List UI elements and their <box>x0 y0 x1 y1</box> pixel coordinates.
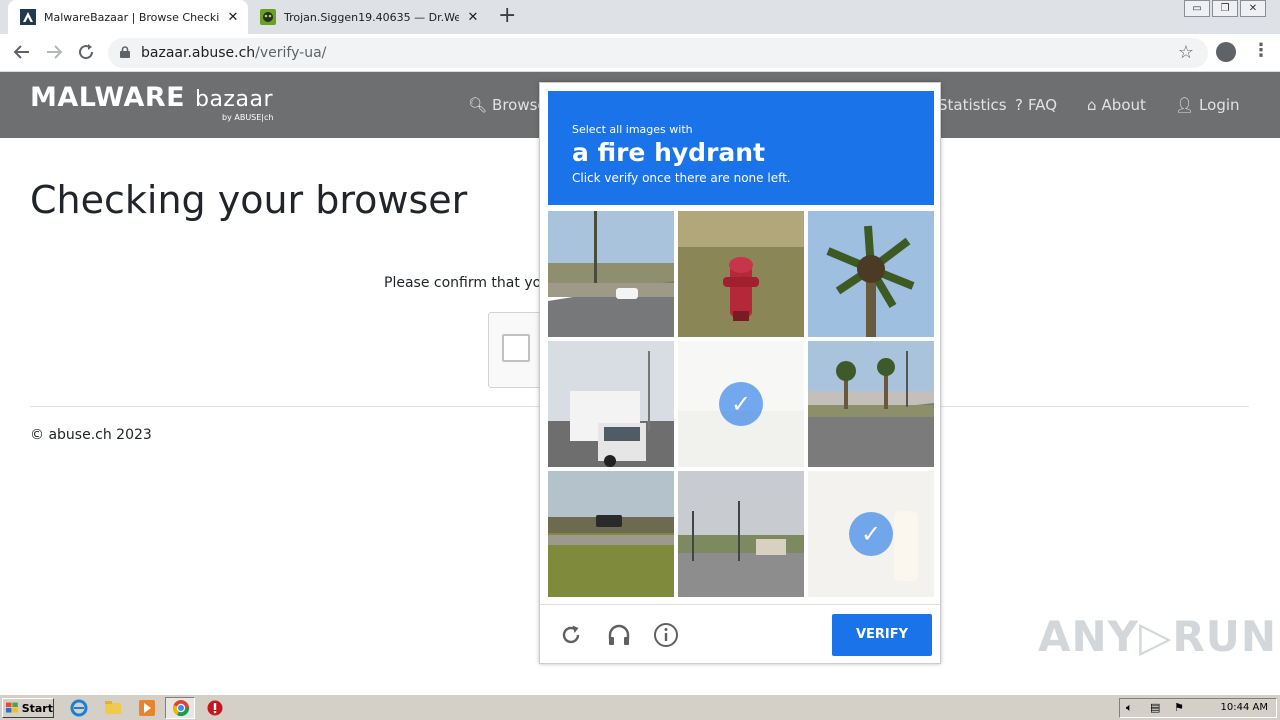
tile-intersection-image <box>678 471 804 597</box>
tab-title: MalwareBazaar | Browse Checking y <box>44 10 219 24</box>
reload-icon[interactable] <box>76 42 96 62</box>
user-icon: 👤︎ <box>1175 96 1195 114</box>
captcha-tile[interactable] <box>808 211 934 337</box>
tile-street-image <box>808 341 934 467</box>
tile-selected-check-icon: ✓ <box>849 512 893 556</box>
windows-logo-icon <box>6 702 18 713</box>
media-player-icon[interactable] <box>138 699 156 717</box>
nav-about[interactable]: ⌂ About <box>1087 96 1146 114</box>
red-alert-icon[interactable] <box>206 699 224 717</box>
tile-hydrant-image <box>678 211 804 337</box>
captcha-tile[interactable] <box>678 211 804 337</box>
network-icon[interactable]: ▤ <box>1150 701 1160 714</box>
captcha-tile[interactable] <box>808 341 934 467</box>
nav-login[interactable]: 👤︎ Login <box>1175 96 1240 114</box>
anyrun-watermark: ANY▷RUN <box>1038 612 1277 661</box>
bookmark-star-icon[interactable]: ☆ <box>1178 42 1194 63</box>
address-bar[interactable]: bazaar.abuse.ch/verify-ua/ ☆ <box>108 38 1208 68</box>
tile-road-image <box>548 211 674 337</box>
internet-explorer-icon[interactable] <box>70 699 88 717</box>
new-tab-button[interactable]: + <box>498 5 516 27</box>
tab-malwarebazaar[interactable]: MalwareBazaar | Browse Checking y ✕ <box>8 0 248 34</box>
tab-drweb[interactable]: Trojan.Siggen19.40635 — Dr.Web M ✕ <box>248 0 488 34</box>
chrome-taskbar-button[interactable] <box>165 697 195 719</box>
tab-strip: MalwareBazaar | Browse Checking y ✕ Troj… <box>0 0 1280 34</box>
start-label: Start <box>21 701 53 715</box>
captcha-checkbox[interactable] <box>502 334 530 362</box>
captcha-tile-selected[interactable]: ✓ <box>808 471 934 597</box>
logo-sub-text: by ABUSE|ch <box>222 113 274 122</box>
drweb-favicon-icon <box>260 9 276 25</box>
verify-button[interactable]: VERIFY <box>832 614 932 656</box>
volume-icon[interactable]: 🔈︎ <box>1126 701 1133 715</box>
confirm-text: Please confirm that yo <box>384 275 542 291</box>
nav-browse[interactable]: 🔍︎ Browse <box>468 96 547 114</box>
captcha-tile[interactable] <box>548 471 674 597</box>
captcha-tile[interactable] <box>548 211 674 337</box>
captcha-prompt-line3: Click verify once there are none left. <box>572 171 791 185</box>
nav-statistics[interactable]: Statistics <box>938 96 1007 114</box>
tab-close-icon[interactable]: ✕ <box>225 10 241 25</box>
tile-field-image <box>548 471 674 597</box>
logo-light-text: bazaar <box>194 87 273 112</box>
question-circle-icon: ? <box>1015 96 1023 114</box>
windows-taskbar: Start 🔈︎ ▤ ⚑ 10:44 AM <box>0 694 1280 720</box>
captcha-prompt: Select all images with a fire hydrant Cl… <box>548 91 934 205</box>
nav-login-label: Login <box>1199 96 1240 114</box>
profile-avatar-icon[interactable] <box>1216 42 1236 62</box>
footer-text: © abuse.ch 2023 <box>30 427 152 443</box>
folder-icon[interactable] <box>104 699 122 717</box>
back-arrow-icon[interactable] <box>12 42 32 62</box>
menu-kebab-icon[interactable]: ⋮ <box>1252 40 1270 61</box>
screen: MalwareBazaar | Browse Checking y ✕ Troj… <box>0 0 1280 720</box>
captcha-tile[interactable] <box>678 471 804 597</box>
tile-truck-image <box>548 341 674 467</box>
nav-statistics-label: Statistics <box>938 96 1007 114</box>
start-button[interactable]: Start <box>2 698 54 718</box>
captcha-challenge: Select all images with a fire hydrant Cl… <box>539 82 941 664</box>
system-tray: 🔈︎ ▤ ⚑ 10:44 AM <box>1119 698 1277 718</box>
building-icon: ⌂ <box>1087 96 1097 114</box>
chrome-icon <box>172 700 190 717</box>
captcha-prompt-target: a fire hydrant <box>572 138 766 167</box>
tab-close-icon[interactable]: ✕ <box>465 10 481 25</box>
url-path: /verify-ua/ <box>255 45 327 61</box>
window-controls: ▭ ❐ ✕ <box>1182 0 1266 17</box>
close-window-button[interactable]: ✕ <box>1240 0 1266 17</box>
captcha-tile[interactable] <box>548 341 674 467</box>
tile-palm-image <box>808 211 934 337</box>
restore-button[interactable]: ❐ <box>1212 0 1238 17</box>
search-icon: 🔍︎ <box>468 96 488 114</box>
info-icon[interactable] <box>653 622 679 648</box>
logo-main-text: MALWARE <box>30 82 186 113</box>
page-title: Checking your browser <box>30 178 468 222</box>
lock-icon <box>120 46 130 58</box>
flag-icon[interactable]: ⚑ <box>1174 701 1184 714</box>
tile-selected-check-icon: ✓ <box>719 382 763 426</box>
site-logo[interactable]: MALWARE bazaar <box>30 82 273 113</box>
captcha-footer: VERIFY <box>540 604 940 663</box>
browser-toolbar: bazaar.abuse.ch/verify-ua/ ☆ ⋮ <box>0 34 1280 72</box>
malwarebazaar-favicon-icon <box>20 9 36 25</box>
forward-arrow-icon[interactable] <box>44 42 64 62</box>
url-text: bazaar.abuse.ch/verify-ua/ <box>141 45 326 61</box>
audio-headphones-icon[interactable] <box>606 622 632 648</box>
tab-title: Trojan.Siggen19.40635 — Dr.Web M <box>284 10 459 24</box>
nav-faq-label: FAQ <box>1027 96 1058 114</box>
captcha-prompt-line1: Select all images with <box>572 123 693 136</box>
refresh-icon[interactable] <box>558 622 584 648</box>
clock: 10:44 AM <box>1220 702 1268 713</box>
minimize-button[interactable]: ▭ <box>1184 0 1210 17</box>
nav-about-label: About <box>1101 96 1146 114</box>
url-host: bazaar.abuse.ch <box>141 45 256 61</box>
captcha-tile-selected[interactable]: ✓ <box>678 341 804 467</box>
nav-faq[interactable]: ? FAQ <box>1015 96 1057 114</box>
